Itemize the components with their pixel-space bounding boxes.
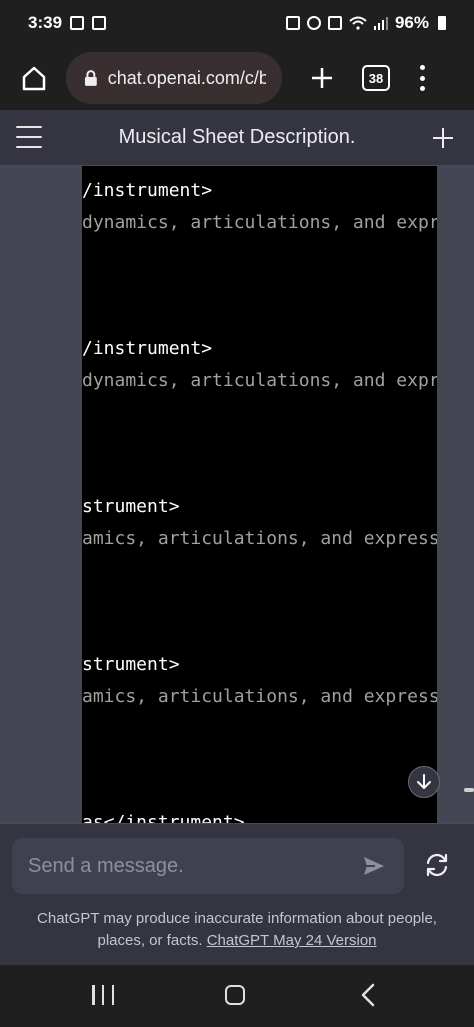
link-notification-icon <box>70 16 85 30</box>
composer-area: Send a message. ChatGPT may produce inac… <box>0 823 474 965</box>
battery-percent: 96% <box>394 13 429 32</box>
browser-toolbar: chat.openai.com/c/b 38 <box>0 46 474 110</box>
version-link[interactable]: ChatGPT May 24 Version <box>207 932 377 949</box>
hamburger-menu-icon[interactable] <box>16 126 42 148</box>
system-nav-bar <box>0 965 474 1027</box>
message-placeholder: Send a message. <box>28 854 184 877</box>
mute-icon <box>327 16 342 30</box>
regenerate-icon[interactable] <box>424 852 450 878</box>
address-bar[interactable]: chat.openai.com/c/b <box>66 52 282 104</box>
code-line: /instrument> <box>82 180 213 201</box>
code-block[interactable]: /instrument> dynamics, articulations, an… <box>82 166 437 823</box>
code-line: strument> <box>82 654 180 675</box>
lock-icon <box>84 70 97 86</box>
dot-icon <box>419 86 425 91</box>
app-header: Musical Sheet Description. <box>0 110 474 166</box>
new-chat-button[interactable] <box>432 122 454 154</box>
scroll-to-bottom-button[interactable] <box>408 766 440 798</box>
wifi-icon <box>349 16 367 30</box>
signal-icon <box>373 17 388 30</box>
disclaimer: ChatGPT may produce inaccurate informati… <box>0 908 474 952</box>
chat-area[interactable]: /instrument> dynamics, articulations, an… <box>0 166 474 823</box>
status-left: 3:39 <box>28 13 107 33</box>
browser-menu-button[interactable] <box>418 65 426 91</box>
code-line: strument> <box>82 496 180 517</box>
home-nav-button[interactable] <box>225 985 245 1005</box>
dot-icon <box>419 65 425 70</box>
code-line: amics, articulations, and express <box>82 528 437 549</box>
battery-icon <box>438 16 446 30</box>
alarm-icon <box>306 16 321 30</box>
page-title: Musical Sheet Description. <box>118 126 356 148</box>
code-line: /instrument> <box>82 338 213 359</box>
plus-icon <box>312 68 332 88</box>
tab-switcher-button[interactable]: 38 <box>362 65 390 91</box>
home-icon <box>22 66 46 91</box>
back-icon[interactable] <box>360 983 376 1007</box>
dot-icon <box>419 75 425 81</box>
send-icon[interactable] <box>362 854 386 878</box>
plus-icon <box>433 128 453 148</box>
scrollbar[interactable] <box>464 788 474 792</box>
arrow-down-icon <box>417 774 431 789</box>
status-right: 96% <box>285 13 446 33</box>
message-input[interactable]: Send a message. <box>12 838 404 894</box>
code-line: amics, articulations, and express <box>82 686 437 707</box>
code-line: dynamics, articulations, and expr <box>82 212 437 233</box>
status-bar: 3:39 96% <box>0 0 474 46</box>
new-tab-button[interactable] <box>308 64 336 92</box>
code-line: as</instrument> <box>82 812 245 823</box>
status-time: 3:39 <box>28 13 63 32</box>
lock-notification-icon <box>285 16 300 30</box>
image-notification-icon <box>92 16 107 30</box>
recents-button[interactable] <box>92 985 114 1005</box>
home-button[interactable] <box>18 62 50 94</box>
code-line: dynamics, articulations, and expr <box>82 370 437 391</box>
url-text: chat.openai.com/c/b <box>107 67 266 88</box>
